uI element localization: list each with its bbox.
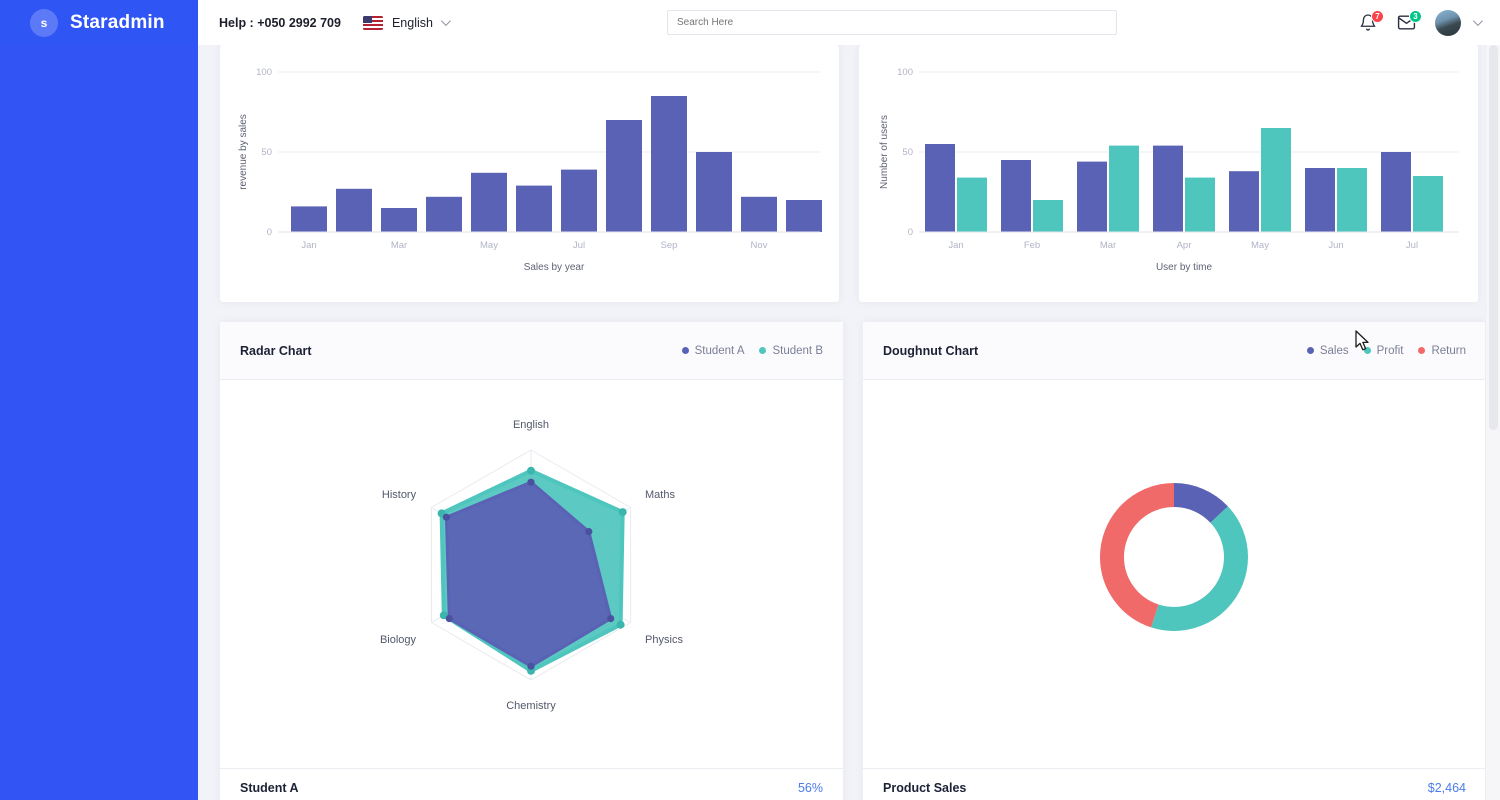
doughnut-card-header: Doughnut Chart Sales Profit Return — [863, 322, 1486, 380]
notifications-button[interactable]: 7 — [1359, 9, 1384, 33]
radar-axis-label-english: English — [513, 419, 549, 431]
sidebar — [0, 45, 198, 800]
messages-button[interactable]: 3 — [1397, 9, 1422, 33]
radar-card-header: Radar Chart Student A Student B — [220, 322, 843, 380]
language-label: English — [391, 15, 433, 30]
legend-item-student-a[interactable]: Student A — [681, 344, 745, 357]
bar-series — [291, 96, 822, 232]
logo-icon: s — [30, 8, 58, 37]
svg-text:100: 100 — [256, 67, 272, 78]
legend-label: Profit — [1376, 344, 1404, 357]
radar-chart-body: English Maths Physics Chemistry Biology … — [220, 380, 843, 750]
charts-row-bottom: Radar Chart Student A Student B English … — [198, 302, 1500, 800]
radar-axis-label-maths: Maths — [645, 489, 675, 501]
legend-dot-icon — [681, 347, 689, 354]
legend-item-profit[interactable]: Profit — [1363, 344, 1404, 357]
svg-text:Nov: Nov — [751, 240, 768, 251]
legend-item-student-b[interactable]: Student B — [759, 345, 823, 357]
radar-list-spacer — [220, 750, 843, 768]
topbar-right: Help : +050 2992 709 English 7 — [198, 0, 1500, 45]
radar-axis-label-history: History — [382, 489, 417, 501]
svg-text:50: 50 — [902, 147, 913, 158]
radar-list-item-student-a[interactable]: Student A 56% — [220, 768, 843, 800]
doughnut-list-spacer — [863, 750, 1486, 768]
main-content: 100 50 0 revenue by sales Jan Mar May Ju… — [198, 45, 1500, 800]
svg-text:0: 0 — [908, 227, 913, 238]
radar-axis-label-chemistry: Chemistry — [506, 700, 556, 712]
radar-legend: Student A Student B — [681, 344, 823, 357]
svg-text:User by time: User by time — [1156, 262, 1213, 273]
svg-text:Jun: Jun — [1328, 240, 1343, 251]
top-navbar: s Staradmin Help : +050 2992 709 English… — [0, 0, 1500, 45]
list-item-value: 56% — [797, 781, 823, 795]
doughnut-svg — [1100, 483, 1248, 631]
svg-text:Jan: Jan — [948, 240, 963, 251]
user-by-time-chart: 100 50 0 Number of users Jan Feb Mar Apr… — [859, 45, 1478, 302]
svg-text:Mar: Mar — [1100, 240, 1116, 251]
us-flag-icon — [362, 15, 383, 30]
legend-item-return[interactable]: Return — [1418, 345, 1466, 357]
user-by-time-svg: 100 50 0 Number of users Jan Feb Mar Apr… — [879, 67, 1459, 273]
charts-row-top: 100 50 0 revenue by sales Jan Mar May Ju… — [198, 45, 1500, 302]
sales-by-year-chart: 100 50 0 revenue by sales Jan Mar May Ju… — [220, 45, 839, 302]
profile-chevron-down-icon[interactable] — [1472, 16, 1483, 27]
svg-text:100: 100 — [897, 67, 913, 78]
doughnut-legend: Sales Profit Return — [1306, 344, 1466, 357]
language-selector[interactable]: English — [391, 15, 451, 30]
brand-name: Staradmin — [70, 11, 165, 33]
doughnut-chart-body — [863, 380, 1486, 750]
sales-by-year-svg: 100 50 0 revenue by sales Jan Mar May Ju… — [238, 67, 822, 273]
bar-chart-card-left: 100 50 0 revenue by sales Jan Mar May Ju… — [220, 45, 839, 302]
avatar[interactable] — [1435, 9, 1461, 36]
legend-item-sales[interactable]: Sales — [1306, 344, 1349, 357]
svg-text:Number of users: Number of users — [879, 115, 890, 189]
legend-dot-icon — [759, 347, 767, 354]
messages-badge: 3 — [1409, 9, 1422, 23]
doughnut-chart-card: Doughnut Chart Sales Profit Return Produ… — [863, 322, 1486, 800]
brand-logo[interactable]: s Staradmin — [0, 0, 198, 45]
doughnut-list-item-product-sales[interactable]: Product Sales $2,464 — [863, 768, 1486, 800]
svg-text:Jul: Jul — [573, 240, 585, 251]
bar-chart-card-right: 100 50 0 Number of users Jan Feb Mar Apr… — [859, 45, 1478, 302]
svg-text:revenue by sales: revenue by sales — [238, 114, 249, 190]
radar-svg: English Maths Physics Chemistry Biology … — [380, 419, 683, 712]
svg-text:Jul: Jul — [1406, 240, 1418, 251]
list-item-label: Student A — [240, 781, 299, 795]
legend-label: Student B — [772, 344, 823, 357]
search-input[interactable] — [667, 10, 1117, 35]
svg-text:Feb: Feb — [1024, 240, 1040, 251]
legend-label: Sales — [1319, 344, 1349, 357]
radar-card-title: Radar Chart — [240, 343, 312, 358]
search-container — [667, 10, 1117, 35]
doughnut-segments — [1100, 483, 1248, 631]
svg-text:0: 0 — [267, 227, 272, 238]
legend-label: Student A — [694, 344, 745, 357]
radar-axis-label-physics: Physics — [645, 634, 683, 646]
help-phone-text: Help : +050 2992 709 — [219, 15, 341, 30]
list-item-value: $2,464 — [1427, 781, 1466, 795]
navbar-actions: 7 3 — [1359, 0, 1483, 45]
svg-text:Apr: Apr — [1177, 240, 1192, 251]
svg-text:May: May — [480, 240, 498, 251]
legend-dot-icon — [1363, 347, 1371, 354]
svg-text:50: 50 — [261, 147, 272, 158]
legend-dot-icon — [1306, 347, 1314, 354]
page-scrollbar-thumb[interactable] — [1489, 45, 1498, 430]
bar-group-series — [925, 128, 1443, 232]
page-scrollbar[interactable] — [1485, 45, 1500, 800]
list-item-label: Product Sales — [883, 781, 967, 795]
legend-label: Return — [1431, 344, 1466, 357]
svg-text:Sep: Sep — [661, 240, 678, 251]
notifications-badge: 7 — [1371, 9, 1384, 23]
radar-axis-label-biology: Biology — [380, 634, 417, 646]
svg-text:May: May — [1251, 240, 1269, 251]
svg-text:Sales by year: Sales by year — [524, 262, 585, 273]
radar-chart-card: Radar Chart Student A Student B English … — [220, 322, 843, 800]
svg-text:Mar: Mar — [391, 240, 407, 251]
legend-dot-icon — [1418, 347, 1426, 354]
doughnut-card-title: Doughnut Chart — [883, 343, 979, 358]
chevron-down-icon — [440, 16, 451, 27]
svg-text:Jan: Jan — [301, 240, 316, 251]
